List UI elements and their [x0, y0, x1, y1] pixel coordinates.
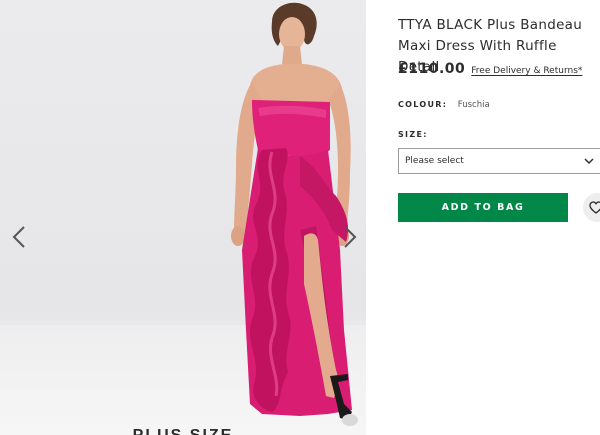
delivery-returns-link[interactable]: Free Delivery & Returns*: [471, 66, 582, 76]
chevron-down-icon: [584, 158, 594, 165]
size-select[interactable]: Please select: [398, 148, 600, 174]
size-select-value: Please select: [405, 156, 464, 166]
chevron-right-icon: [344, 226, 357, 248]
add-to-bag-button[interactable]: ADD TO BAG: [398, 193, 568, 222]
gallery-caption: PLUS SIZE: [0, 425, 366, 435]
size-label: SIZE:: [398, 130, 428, 139]
product-info-panel: TTYA BLACK Plus Bandeau Maxi Dress With …: [398, 0, 600, 435]
product-price: £110.00: [398, 61, 466, 77]
product-image-gallery: PLUS SIZE: [0, 0, 366, 435]
save-for-later-button[interactable]: [583, 193, 600, 222]
previous-image-button[interactable]: [8, 222, 30, 252]
heart-icon: [589, 201, 600, 214]
product-image[interactable]: [0, 0, 366, 435]
chevron-left-icon: [12, 226, 25, 248]
colour-value: Fuschia: [457, 100, 490, 110]
price-row: £110.00 Free Delivery & Returns*: [398, 61, 582, 77]
colour-row: COLOUR: Fuschia: [398, 100, 490, 110]
next-image-button[interactable]: [339, 222, 361, 252]
add-to-bag-label: ADD TO BAG: [441, 202, 525, 213]
colour-label: COLOUR:: [398, 100, 448, 109]
